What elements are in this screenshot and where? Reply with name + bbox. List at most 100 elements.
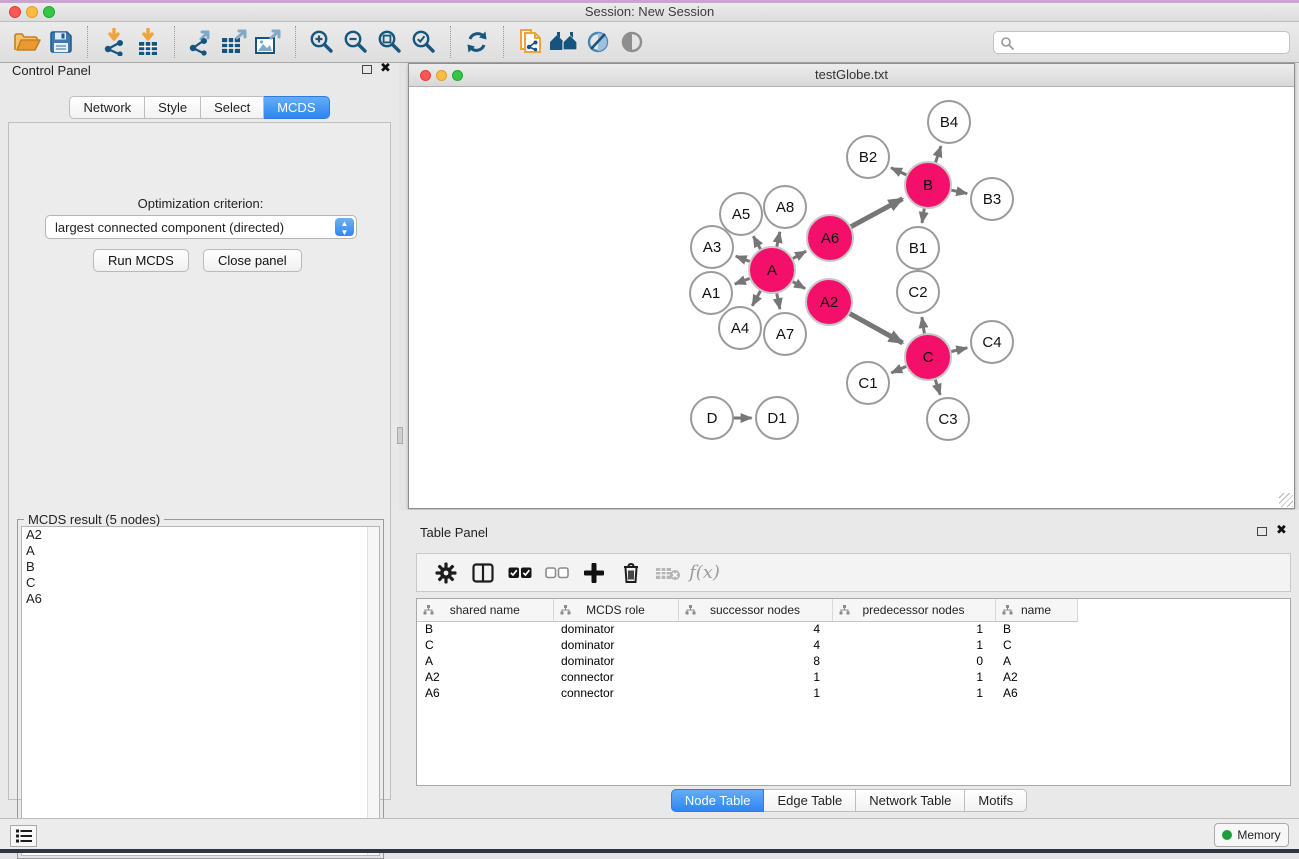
edge-A-A7[interactable] — [777, 293, 780, 310]
new-network-button[interactable] — [513, 25, 547, 59]
task-history-button[interactable] — [10, 825, 37, 847]
table-cell[interactable]: A — [995, 653, 1077, 669]
node-B3[interactable]: B3 — [971, 178, 1013, 220]
function-builder-button[interactable]: f(x) — [686, 557, 723, 589]
edge-A-A5[interactable] — [753, 236, 761, 250]
table-cell[interactable]: 0 — [832, 653, 995, 669]
node-A2[interactable]: A2 — [806, 279, 852, 325]
edge-B-B4[interactable] — [935, 146, 941, 163]
edge-B-B3[interactable] — [950, 190, 967, 194]
table-cell[interactable]: C — [417, 637, 553, 653]
mcds-result-item[interactable]: C — [22, 575, 379, 591]
tab-node-table[interactable]: Node Table — [671, 789, 765, 812]
edge-A-A1[interactable] — [735, 278, 751, 284]
edge-A-A8[interactable] — [777, 232, 780, 248]
tab-network[interactable]: Network — [69, 96, 145, 119]
network-canvas[interactable]: B4B2BB3A8A5A6A3B1AA1C2A2A4A7C4CC1C3DD1 — [410, 88, 1293, 508]
table-row[interactable]: Cdominator41C — [417, 637, 1093, 653]
home-button[interactable] — [547, 25, 581, 59]
zoom-view-button[interactable] — [452, 70, 463, 81]
node-C3[interactable]: C3 — [927, 398, 969, 440]
edge-C-C3[interactable] — [935, 379, 940, 395]
table-cell[interactable]: 1 — [678, 669, 832, 685]
table-cell[interactable]: A6 — [995, 685, 1077, 701]
edge-A-A2[interactable] — [792, 281, 805, 288]
search-input[interactable] — [993, 31, 1290, 54]
export-table-button[interactable] — [218, 25, 252, 59]
table-cell[interactable]: B — [995, 621, 1077, 637]
tab-edge-table[interactable]: Edge Table — [764, 789, 856, 812]
delete-button[interactable] — [612, 557, 649, 589]
column-header-shared-name[interactable]: shared name — [417, 599, 553, 621]
node-A1[interactable]: A1 — [690, 272, 732, 314]
node-C2[interactable]: C2 — [897, 271, 939, 313]
refresh-button[interactable] — [460, 25, 494, 59]
memory-button[interactable]: Memory — [1214, 823, 1289, 847]
table-cell[interactable]: connector — [553, 669, 678, 685]
network-graph[interactable]: B4B2BB3A8A5A6A3B1AA1C2A2A4A7C4CC1C3DD1 — [410, 88, 1293, 508]
table-cell[interactable]: dominator — [553, 653, 678, 669]
edge-A-A3[interactable] — [736, 256, 751, 262]
table-cell[interactable]: dominator — [553, 637, 678, 653]
edge-C-C4[interactable] — [950, 348, 967, 352]
node-A8[interactable]: A8 — [764, 186, 806, 228]
node-A[interactable]: A — [749, 247, 795, 293]
table-cell[interactable]: connector — [553, 685, 678, 701]
table-row[interactable]: A6connector11A6 — [417, 685, 1093, 701]
minimize-view-button[interactable] — [436, 70, 447, 81]
table-cell[interactable]: 1 — [832, 669, 995, 685]
columns-button[interactable] — [464, 557, 501, 589]
table-cell[interactable]: 1 — [832, 621, 995, 637]
delete-table-button[interactable] — [649, 557, 686, 589]
table-cell[interactable]: A — [417, 653, 553, 669]
node-C[interactable]: C — [905, 334, 951, 380]
table-row[interactable]: Adominator80A — [417, 653, 1093, 669]
table-row[interactable]: Bdominator41B — [417, 621, 1093, 637]
mcds-result-item[interactable]: B — [22, 559, 379, 575]
mcds-result-item[interactable]: A6 — [22, 591, 379, 607]
deselect-all-columns-button[interactable] — [538, 557, 575, 589]
export-network-button[interactable] — [184, 25, 218, 59]
node-C1[interactable]: C1 — [847, 362, 889, 404]
table-row[interactable]: A2connector11A2 — [417, 669, 1093, 685]
select-all-columns-button[interactable] — [501, 557, 538, 589]
edge-C-C1[interactable] — [891, 366, 907, 373]
edge-B-B1[interactable] — [922, 208, 924, 223]
vertical-splitter-handle[interactable] — [397, 427, 403, 444]
optimization-criterion-select[interactable]: largest connected component (directed) ▲… — [45, 215, 357, 239]
close-view-button[interactable] — [420, 70, 431, 81]
close-panel-icon[interactable]: ✖ — [380, 63, 391, 73]
node-B2[interactable]: B2 — [847, 136, 889, 178]
edge-A-A6[interactable] — [792, 251, 806, 259]
mcds-result-item[interactable]: A — [22, 543, 379, 559]
close-window-button[interactable] — [9, 6, 21, 18]
tab-mcds[interactable]: MCDS — [264, 96, 329, 119]
import-network-button[interactable] — [97, 25, 131, 59]
node-B1[interactable]: B1 — [897, 227, 939, 269]
table-cell[interactable]: 4 — [678, 637, 832, 653]
node-D1[interactable]: D1 — [756, 397, 798, 439]
column-header-MCDS-role[interactable]: MCDS role — [553, 599, 678, 621]
node-A6[interactable]: A6 — [807, 215, 853, 261]
open-file-button[interactable] — [10, 25, 44, 59]
import-table-button[interactable] — [131, 25, 165, 59]
float-table-panel-icon[interactable] — [1257, 527, 1267, 536]
edge-B-B2[interactable] — [891, 168, 907, 176]
eye-button[interactable] — [615, 25, 649, 59]
tab-style[interactable]: Style — [145, 96, 201, 119]
gear-button[interactable] — [427, 557, 464, 589]
table-cell[interactable]: 4 — [678, 621, 832, 637]
node-A4[interactable]: A4 — [719, 307, 761, 349]
tab-motifs[interactable]: Motifs — [965, 789, 1027, 812]
edge-A2-C[interactable] — [849, 313, 903, 343]
export-image-button[interactable] — [252, 25, 286, 59]
zoom-in-button[interactable] — [305, 25, 339, 59]
result-scrollbar[interactable] — [367, 527, 379, 855]
edge-A-A4[interactable] — [752, 290, 761, 306]
node-A3[interactable]: A3 — [691, 226, 733, 268]
edge-A6-B[interactable] — [850, 199, 902, 227]
table-cell[interactable]: dominator — [553, 621, 678, 637]
save-session-button[interactable] — [44, 25, 78, 59]
table-cell[interactable]: A6 — [417, 685, 553, 701]
mcds-result-item[interactable]: A2 — [22, 527, 379, 543]
